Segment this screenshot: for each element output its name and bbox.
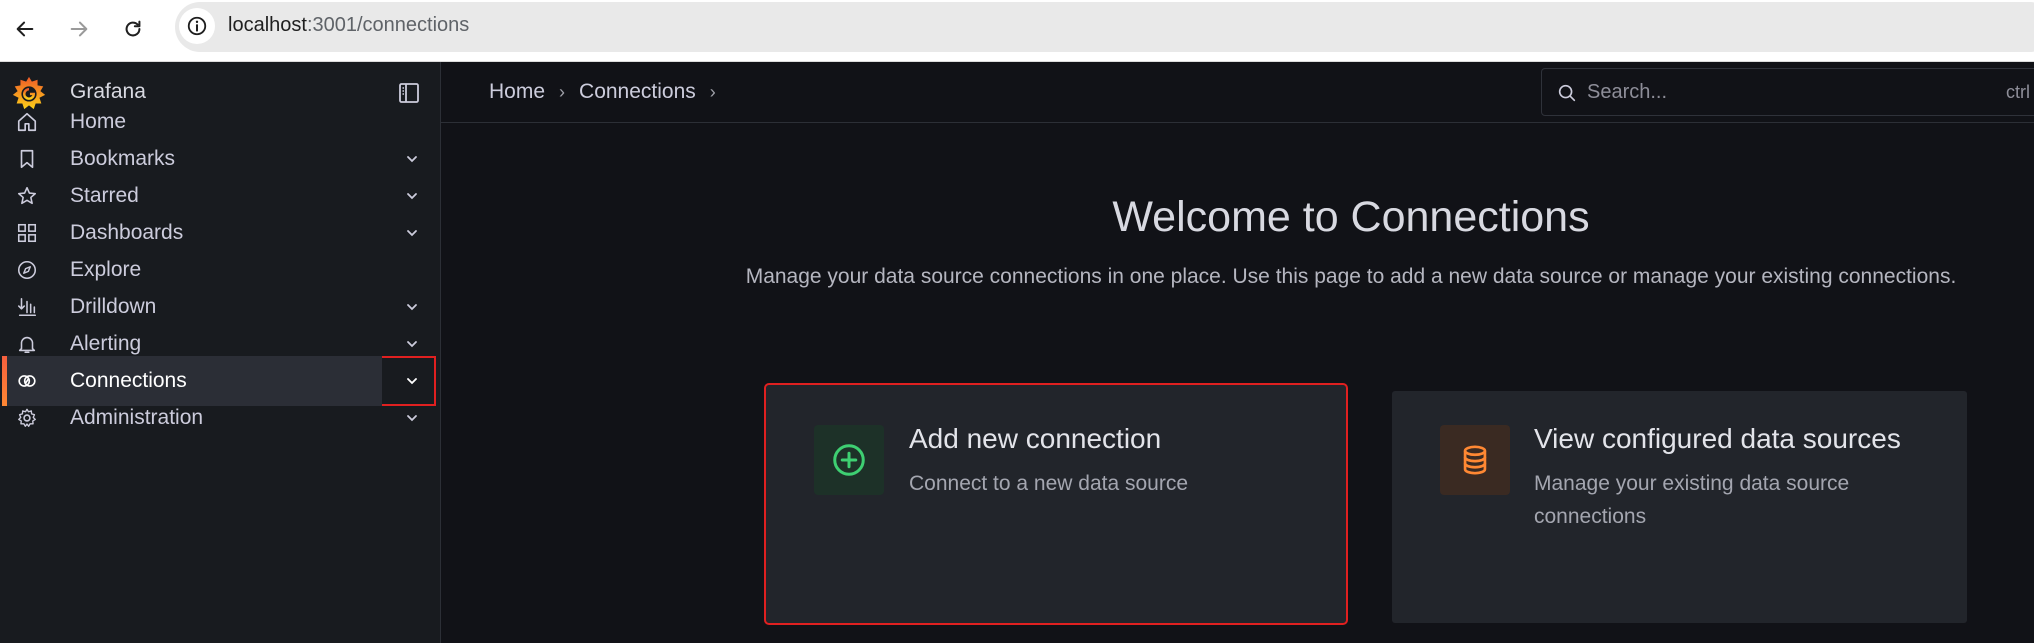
sidebar-item-label: Bookmarks bbox=[70, 147, 176, 170]
sidebar-item-label: Home bbox=[70, 110, 127, 133]
reload-icon bbox=[125, 20, 141, 37]
bell-icon bbox=[18, 336, 36, 354]
breadcrumb-home[interactable]: Home bbox=[489, 80, 545, 104]
search-shortcut: ctrl bbox=[2006, 82, 2030, 102]
sidebar-item-label: Connections bbox=[70, 369, 187, 392]
compass-icon bbox=[17, 260, 37, 280]
page-subtitle: Manage your data source connections in o… bbox=[745, 265, 1957, 288]
view-data-sources-card[interactable]: View configured data sources Manage your… bbox=[1392, 391, 1967, 623]
sidebar-item-label: Drilldown bbox=[70, 295, 157, 318]
page-title: Welcome to Connections bbox=[1112, 193, 1590, 241]
plus-circle-icon bbox=[833, 444, 865, 476]
sidebar-item-label: Explore bbox=[70, 258, 142, 281]
bookmark-icon bbox=[20, 149, 34, 169]
sidebar-item-label: Administration bbox=[70, 406, 204, 429]
breadcrumb-separator-icon: › bbox=[709, 81, 716, 102]
connections-icon bbox=[18, 375, 36, 387]
arrow-right-icon bbox=[70, 21, 88, 37]
home-icon bbox=[17, 112, 37, 132]
card-description: Connect to a new data source bbox=[909, 472, 1189, 495]
card-title: View configured data sources bbox=[1534, 423, 1901, 454]
database-icon bbox=[1463, 445, 1487, 475]
card-icon-box bbox=[1440, 425, 1510, 495]
topbar: Home › Connections › Search... ctrl bbox=[441, 62, 2034, 123]
card-icon-box bbox=[814, 425, 884, 495]
sidebar: Grafana Home Bookmarks Starred Dashboard… bbox=[0, 62, 441, 643]
add-new-connection-card[interactable]: Add new connection Connect to a new data… bbox=[764, 383, 1348, 625]
chevron-down-icon[interactable] bbox=[404, 373, 420, 389]
sidebar-item-label: Starred bbox=[70, 184, 139, 207]
chevron-down-icon[interactable] bbox=[404, 299, 420, 315]
browser-toolbar: localhost:3001/connections bbox=[0, 0, 2034, 62]
chevron-down-icon[interactable] bbox=[404, 188, 420, 204]
chevron-down-icon[interactable] bbox=[404, 225, 420, 241]
url-text[interactable]: localhost:3001/connections bbox=[228, 14, 469, 37]
breadcrumb-separator-icon: › bbox=[559, 81, 566, 102]
url-path: :3001/connections bbox=[306, 14, 470, 36]
card-description: Manage your existing data source connect… bbox=[1534, 472, 1850, 528]
star-icon bbox=[17, 186, 37, 205]
chevron-down-icon[interactable] bbox=[404, 336, 420, 352]
search-input[interactable]: Search... ctrl bbox=[1541, 68, 2034, 116]
drilldown-icon bbox=[17, 297, 37, 317]
chevron-down-icon[interactable] bbox=[404, 410, 420, 426]
search-icon bbox=[1558, 84, 1576, 102]
chevron-down-icon[interactable] bbox=[404, 151, 420, 167]
sidebar-item-label: Alerting bbox=[70, 332, 142, 355]
breadcrumb-connections[interactable]: Connections bbox=[579, 80, 696, 104]
site-info-button[interactable] bbox=[179, 8, 215, 44]
info-icon bbox=[187, 16, 207, 36]
sidebar-item-label: Dashboards bbox=[70, 221, 184, 244]
arrow-left-icon bbox=[16, 21, 34, 37]
forward-button[interactable] bbox=[62, 12, 96, 46]
search-placeholder: Search... bbox=[1587, 81, 1668, 103]
grid-icon bbox=[17, 223, 37, 243]
cog-icon bbox=[18, 408, 36, 427]
breadcrumb: Home › Connections › bbox=[489, 80, 730, 104]
back-button[interactable] bbox=[8, 12, 42, 46]
reload-button[interactable] bbox=[116, 12, 150, 46]
sidebar-item-administration[interactable]: Administration bbox=[0, 394, 441, 442]
main-content: Welcome to Connections Manage your data … bbox=[441, 123, 2034, 643]
card-title: Add new connection bbox=[909, 423, 1162, 454]
url-host: localhost bbox=[228, 14, 307, 36]
